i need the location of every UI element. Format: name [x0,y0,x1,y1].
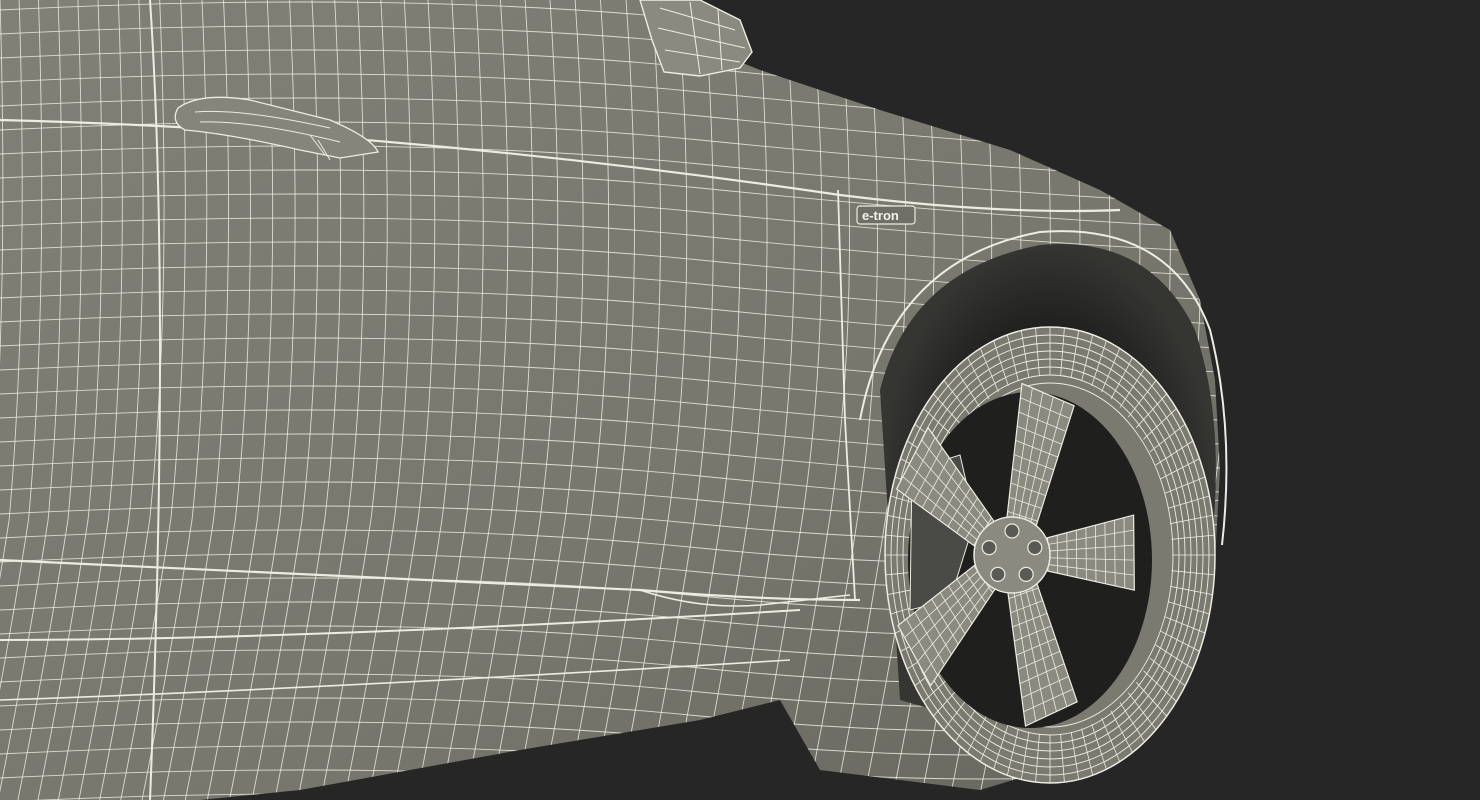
wire-line [1380,0,1454,800]
wireframe-car-render: e-tron [0,0,1480,800]
badge-text: e-tron [862,208,899,223]
lug-nut [981,539,997,556]
front-wheel [884,326,1216,784]
lug-nut [990,566,1006,583]
lug-nut [1004,523,1020,539]
wire-line [1221,0,1294,800]
wire-line [1056,535,1059,574]
wire-line [1252,0,1325,800]
etron-badge: e-tron [856,205,916,225]
wire-line [1066,532,1068,576]
wire-line [1446,0,1480,800]
wire-line [1284,0,1357,800]
wire-line [1348,0,1422,800]
lug-nut [1027,539,1043,556]
wire-line [1316,0,1390,800]
wire-line [1085,527,1087,580]
lug-nut [1018,566,1034,583]
wire-line [1413,0,1480,800]
